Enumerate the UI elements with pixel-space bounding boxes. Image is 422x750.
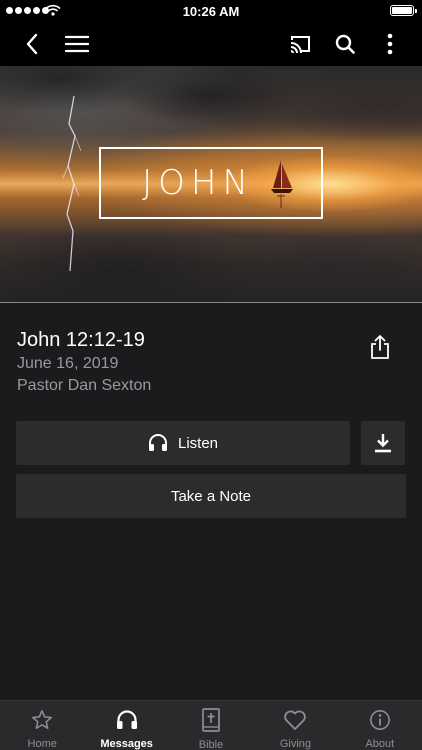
series-artwork: JOHN — [0, 66, 422, 302]
sailboat-icon — [271, 160, 293, 208]
message-speaker: Pastor Dan Sexton — [17, 377, 152, 394]
tab-bible[interactable]: Bible — [169, 701, 253, 750]
search-button[interactable] — [329, 28, 361, 60]
tab-label-home: Home — [27, 738, 57, 750]
cast-icon — [290, 36, 310, 54]
tab-label-messages: Messages — [100, 738, 153, 750]
battery-icon — [390, 5, 417, 16]
info-icon — [369, 709, 390, 730]
artwork-divider — [0, 302, 422, 303]
tab-messages[interactable]: Messages — [84, 701, 168, 750]
take-note-label: Take a Note — [170, 487, 252, 505]
series-title: JOHN — [142, 163, 254, 203]
listen-button[interactable]: Listen — [16, 421, 350, 465]
app-bar — [0, 22, 422, 66]
message-date: June 16, 2019 — [17, 355, 119, 372]
lightning-icon — [62, 96, 82, 271]
back-button[interactable] — [16, 28, 48, 60]
cast-button[interactable] — [284, 28, 316, 60]
tab-bar: Home Messages Bible Giving About — [0, 700, 422, 750]
more-icon — [387, 33, 393, 55]
tab-label-about: About — [365, 738, 395, 750]
tab-home[interactable]: Home — [0, 701, 84, 750]
headphones-icon — [116, 709, 137, 729]
status-time: 10:26 AM — [182, 4, 240, 19]
download-button[interactable] — [361, 421, 405, 465]
tab-giving[interactable]: Giving — [253, 701, 337, 750]
back-icon — [26, 33, 38, 55]
tab-label-bible: Bible — [198, 739, 224, 750]
heart-icon — [284, 710, 307, 730]
menu-icon — [65, 35, 89, 53]
search-icon — [335, 34, 355, 54]
status-bar: 10:26 AM — [0, 0, 422, 22]
listen-label: Listen — [177, 434, 219, 452]
tab-label-giving: Giving — [279, 738, 312, 750]
headphones-icon — [148, 434, 167, 451]
star-icon — [32, 709, 53, 729]
take-note-button[interactable]: Take a Note — [16, 474, 406, 518]
share-icon — [371, 335, 389, 359]
more-button[interactable] — [374, 28, 406, 60]
download-icon — [375, 434, 391, 453]
tab-about[interactable]: About — [338, 701, 422, 750]
menu-button[interactable] — [61, 28, 93, 60]
message-title: John 12:12-19 — [17, 329, 145, 351]
share-button[interactable] — [364, 331, 396, 363]
bible-icon — [202, 708, 220, 732]
